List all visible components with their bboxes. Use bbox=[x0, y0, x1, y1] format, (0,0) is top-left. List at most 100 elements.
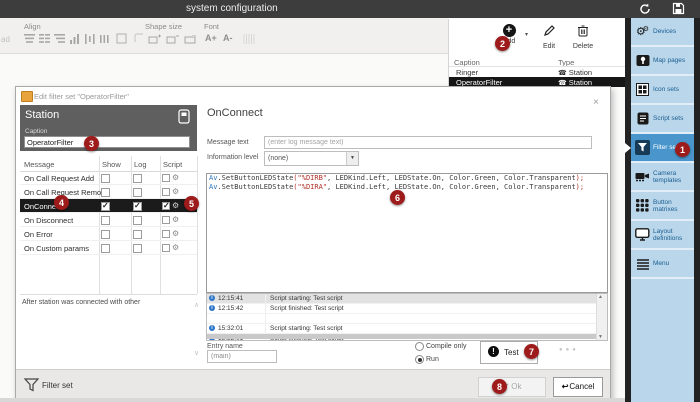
log-row-empty[interactable] bbox=[207, 314, 607, 324]
show-checkbox[interactable] bbox=[101, 174, 110, 183]
sidebar-item-script-sets[interactable]: Script sets bbox=[631, 105, 694, 134]
message-row[interactable]: On Call Request Add ⚙ bbox=[20, 171, 197, 185]
edit-button[interactable]: Edit bbox=[538, 24, 560, 50]
gear-icon[interactable]: ⚙ bbox=[172, 201, 179, 210]
document-icon bbox=[634, 111, 651, 126]
gear-icon[interactable]: ⚙ bbox=[172, 187, 179, 196]
script-line: Av.SetButtonLEDState("%DIRA", LEDKind.Le… bbox=[207, 183, 607, 192]
close-icon[interactable]: × bbox=[593, 97, 599, 108]
script-checkbox[interactable] bbox=[162, 216, 170, 224]
bars-icon[interactable] bbox=[69, 33, 81, 45]
clipped-toolbar-label: ad bbox=[1, 35, 10, 44]
align-middle-icon[interactable] bbox=[39, 33, 51, 45]
show-checkbox[interactable] bbox=[101, 230, 110, 239]
add-dropdown-caret-icon[interactable]: ▾ bbox=[525, 31, 528, 38]
log-checkbox[interactable] bbox=[133, 216, 142, 225]
script-checkbox[interactable] bbox=[162, 188, 170, 196]
log-checkbox[interactable] bbox=[133, 230, 142, 239]
info-icon: i bbox=[209, 295, 215, 301]
distribute-h-icon[interactable] bbox=[84, 33, 96, 45]
shrink-shape-icon[interactable] bbox=[166, 33, 178, 45]
shape-size-group-label: Shape size bbox=[145, 22, 182, 31]
information-level-select[interactable]: (none) ▼ bbox=[264, 151, 359, 166]
log-checkbox[interactable] bbox=[133, 244, 142, 253]
log-header: Log bbox=[134, 160, 147, 169]
script-editor[interactable]: Av.SetButtonLEDState("%DIRB", LEDKind.Le… bbox=[206, 173, 608, 293]
annotation-2: 2 bbox=[495, 36, 510, 51]
ok-button[interactable]: ✔Ok bbox=[478, 377, 546, 397]
log-checkbox[interactable] bbox=[133, 174, 142, 183]
script-checkbox[interactable] bbox=[162, 174, 170, 182]
same-shape-icon[interactable] bbox=[184, 33, 196, 45]
compile-only-radio[interactable] bbox=[415, 342, 424, 351]
filter-sets-panel: + Add ▾ Edit Delete Caption Type Ringer … bbox=[448, 19, 626, 86]
message-row[interactable]: On Custom params ⚙ bbox=[20, 241, 197, 255]
scroll-up-icon[interactable]: ∧ bbox=[194, 301, 199, 309]
script-checkbox[interactable] bbox=[162, 230, 170, 238]
grow-shape-icon[interactable] bbox=[148, 33, 160, 45]
log-checkbox[interactable] bbox=[133, 202, 142, 211]
gear-icon[interactable]: ⚙ bbox=[172, 229, 179, 238]
sidebar-item-devices[interactable]: ⚙⚙ Devices bbox=[631, 18, 694, 47]
grid-lines-icon[interactable] bbox=[243, 33, 255, 45]
align-bottom-icon[interactable] bbox=[54, 33, 66, 45]
square-icon[interactable] bbox=[116, 33, 128, 45]
entry-name-input[interactable] bbox=[207, 350, 277, 363]
show-checkbox[interactable] bbox=[101, 202, 110, 211]
script-checkbox[interactable] bbox=[162, 244, 170, 252]
show-checkbox[interactable] bbox=[101, 188, 110, 197]
sidebar: ⚙⚙ Devices Map pages Icon sets Script se… bbox=[631, 18, 694, 402]
run-label: Run bbox=[426, 356, 439, 363]
scroll-down-icon[interactable]: ∨ bbox=[194, 349, 199, 357]
sidebar-item-button-matrixes[interactable]: Button matrixes bbox=[631, 192, 694, 221]
sidebar-item-layout-definitions[interactable]: Layout definitions bbox=[631, 221, 694, 250]
scroll-down-icon[interactable]: ▼ bbox=[598, 334, 603, 340]
caption-input[interactable] bbox=[24, 136, 190, 148]
annotation-3: 3 bbox=[84, 136, 99, 151]
divider bbox=[265, 294, 266, 303]
log-checkbox[interactable] bbox=[133, 188, 142, 197]
sidebar-item-map-pages[interactable]: Map pages bbox=[631, 47, 694, 76]
divider bbox=[265, 324, 266, 333]
message-text-input[interactable] bbox=[264, 136, 592, 149]
message-row[interactable]: On Call Request Remove ⚙ bbox=[20, 185, 197, 199]
add-icon: + bbox=[503, 24, 516, 37]
table-row-ringer[interactable]: Ringer ☎Station bbox=[449, 67, 626, 77]
annotation-5: 5 bbox=[184, 196, 199, 211]
sidebar-item-camera-templates[interactable]: Camera templates bbox=[631, 163, 694, 192]
chevron-down-icon[interactable]: ▼ bbox=[346, 152, 358, 165]
distribute-v-icon[interactable] bbox=[99, 33, 111, 45]
delete-button[interactable]: Delete bbox=[570, 24, 596, 50]
gear-icon[interactable]: ⚙ bbox=[172, 215, 179, 224]
corner-icon[interactable] bbox=[133, 33, 145, 45]
message-row-onconnect[interactable]: OnConnect ⚙ bbox=[20, 199, 197, 213]
log-row[interactable]: i 15:32:01 Script starting: Test script bbox=[207, 324, 607, 334]
save-icon[interactable] bbox=[672, 2, 686, 16]
script-header: Script bbox=[163, 160, 182, 169]
message-row[interactable]: On Error ⚙ bbox=[20, 227, 197, 241]
gear-icon[interactable]: ⚙ bbox=[172, 243, 179, 252]
refresh-icon[interactable] bbox=[638, 2, 652, 16]
sidebar-item-menu[interactable]: Menu bbox=[631, 250, 694, 279]
run-radio[interactable] bbox=[415, 355, 424, 364]
log-row[interactable]: i 12:15:41 Script starting: Test script bbox=[207, 294, 607, 304]
message-row[interactable]: On Disconnect ⚙ bbox=[20, 213, 197, 227]
dialog-title: Edit filter set "OperatorFilter" bbox=[34, 92, 129, 101]
scroll-up-icon[interactable]: ▲ bbox=[598, 294, 603, 300]
cancel-button[interactable]: ↩Cancel bbox=[553, 377, 603, 397]
info-icon: i bbox=[209, 325, 215, 331]
log-scrollbar[interactable]: ▲ ▼ bbox=[596, 294, 607, 340]
gear-icon[interactable]: ⚙ bbox=[172, 173, 179, 182]
entry-name-label: Entry name bbox=[207, 343, 243, 350]
show-checkbox[interactable] bbox=[101, 244, 110, 253]
show-checkbox[interactable] bbox=[101, 216, 110, 225]
script-checkbox[interactable] bbox=[162, 202, 170, 210]
sidebar-item-icon-sets[interactable]: Icon sets bbox=[631, 76, 694, 105]
funnel-icon bbox=[634, 140, 651, 155]
log-row[interactable]: i 12:15:42 Script finished: Test script bbox=[207, 304, 607, 314]
font-increase-button[interactable]: A+ bbox=[205, 33, 217, 43]
caption-label: Caption bbox=[25, 128, 47, 135]
annotation-4: 4 bbox=[54, 195, 69, 210]
align-top-icon[interactable] bbox=[24, 33, 36, 45]
font-decrease-button[interactable]: A- bbox=[223, 33, 233, 43]
